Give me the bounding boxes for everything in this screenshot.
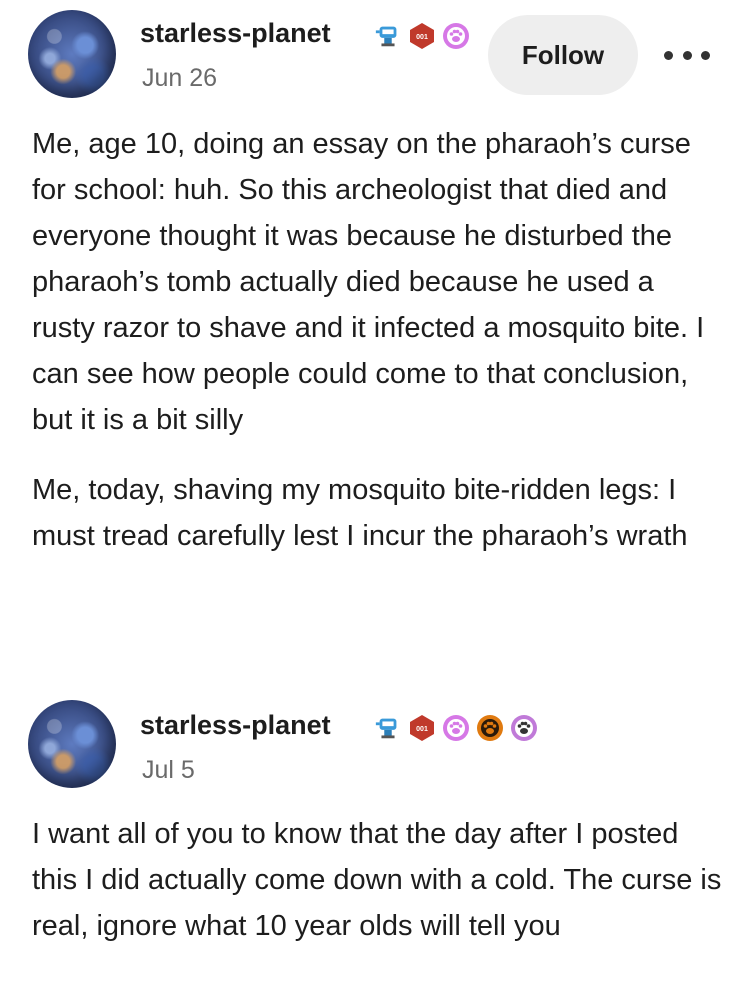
- post-2-badges: 001: [374, 714, 538, 742]
- svg-text:001: 001: [416, 34, 428, 41]
- robot-badge-icon[interactable]: [374, 22, 402, 50]
- hexagon-badge-icon[interactable]: 001: [408, 22, 436, 50]
- paw-badge-icon[interactable]: [442, 714, 470, 742]
- post-1-body: Me, age 10, doing an essay on the pharao…: [32, 121, 722, 559]
- post-2-date[interactable]: Jul 5: [142, 756, 195, 785]
- avatar[interactable]: [28, 10, 116, 98]
- post-2-paragraph-1: I want all of you to know that the day a…: [32, 818, 722, 942]
- post-1-username[interactable]: starless-planet: [140, 18, 331, 49]
- paw-badge-icon[interactable]: [442, 22, 470, 50]
- paw-dark-badge-icon[interactable]: [510, 714, 538, 742]
- post-1-date[interactable]: Jun 26: [142, 64, 217, 93]
- svg-text:001: 001: [416, 726, 428, 733]
- avatar[interactable]: [28, 700, 116, 788]
- robot-badge-icon[interactable]: [374, 714, 402, 742]
- post-1-paragraph-1: Me, age 10, doing an essay on the pharao…: [32, 128, 705, 436]
- post-1-paragraph-2: Me, today, shaving my mosquito bite-ridd…: [32, 474, 688, 552]
- post-1-badges: 001: [374, 22, 470, 50]
- post-2-username[interactable]: starless-planet: [140, 710, 331, 741]
- post-2-body: I want all of you to know that the day a…: [32, 811, 722, 949]
- more-options-icon[interactable]: [664, 40, 710, 70]
- post-1-header: starless-planet 001 Jun 26 Follow: [0, 0, 750, 100]
- hexagon-badge-icon[interactable]: 001: [408, 714, 436, 742]
- paw-orange-badge-icon[interactable]: [476, 714, 504, 742]
- post-2-header: starless-planet 001 Jul 5: [0, 690, 750, 790]
- follow-button[interactable]: Follow: [488, 15, 638, 95]
